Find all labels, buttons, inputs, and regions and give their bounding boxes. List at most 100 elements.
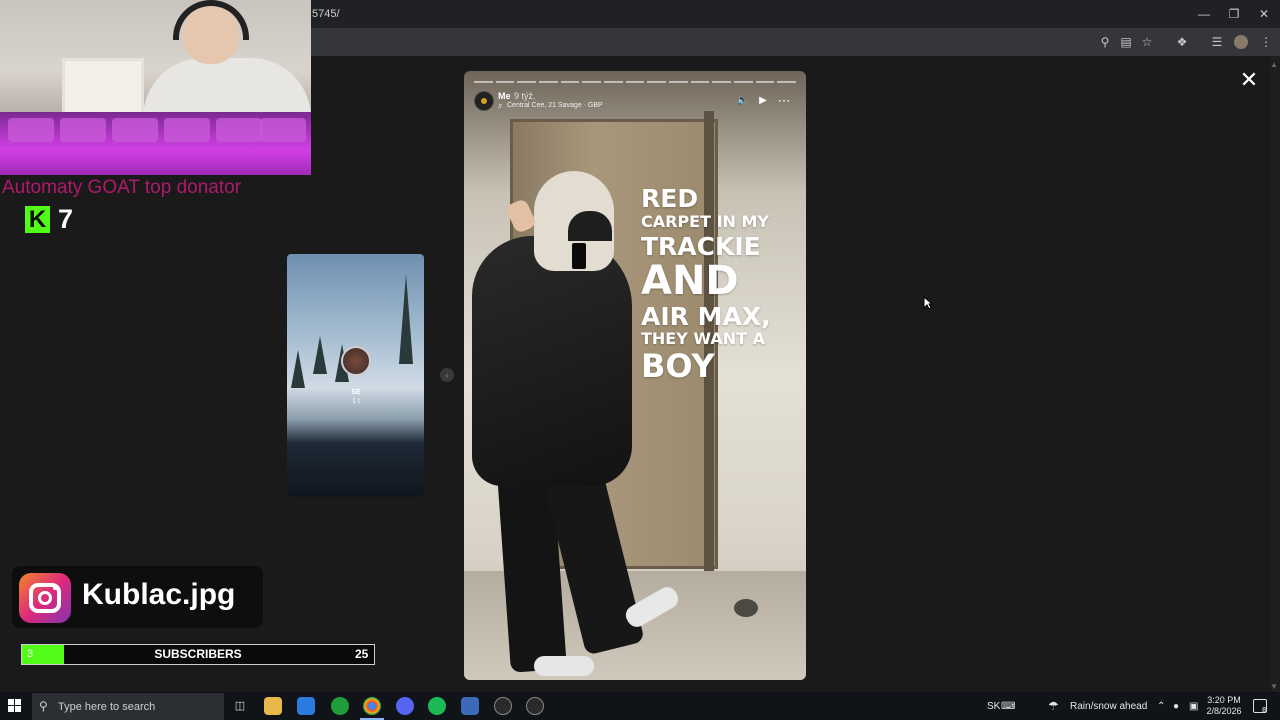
search-placeholder[interactable]: Type here to search (58, 701, 155, 713)
instagram-handle: Kublac.jpg (82, 578, 236, 611)
windows-start-icon[interactable] (8, 699, 22, 713)
lyric-line: THEY WANT A (641, 329, 765, 348)
tree-shape (291, 350, 305, 388)
scroll-down-icon[interactable]: ▼ (1270, 682, 1278, 691)
task-view-icon[interactable]: ◫ (231, 697, 249, 715)
progress-segment (734, 81, 753, 83)
instagram-icon-lens (38, 591, 52, 605)
lyric-line: RED (641, 184, 699, 213)
close-story-icon[interactable]: ✕ (1238, 69, 1260, 91)
more-icon[interactable]: ⋯ (777, 94, 791, 108)
close-window-button[interactable]: ✕ (1249, 4, 1279, 24)
shield-icon[interactable] (461, 697, 479, 715)
webcam-feed (0, 0, 311, 175)
side-story-avatar (341, 346, 371, 376)
story-username[interactable]: Me (498, 91, 511, 101)
progress-segment (647, 81, 666, 83)
person-jacket (472, 236, 632, 486)
weather-icon[interactable]: ☂ (1048, 699, 1059, 713)
headset (173, 0, 249, 40)
microphone-icon[interactable]: ● (1173, 701, 1179, 712)
spotify-icon[interactable] (428, 697, 446, 715)
file-explorer-icon[interactable] (264, 697, 282, 715)
progress-segment (517, 81, 536, 83)
tree-shape (313, 336, 327, 374)
side-story-name: SE (351, 389, 361, 396)
extensions-icon[interactable]: ❖ (1174, 34, 1190, 50)
network-icon[interactable]: ▣ (1189, 701, 1198, 712)
keycap (216, 118, 262, 142)
progress-segment (777, 81, 796, 83)
avatar-image (481, 98, 487, 104)
side-story-time: 1 t (352, 398, 360, 405)
progress-segment (712, 81, 731, 83)
progress-segment (495, 81, 515, 83)
progress-segment (755, 81, 775, 83)
keyboard-icon[interactable]: ⌨ (1001, 701, 1015, 712)
notifications-icon[interactable]: 8 (1253, 699, 1267, 714)
media-icon[interactable]: ☰ (1209, 34, 1225, 50)
language-indicator[interactable]: SK (987, 701, 1000, 712)
person-phone (572, 243, 586, 269)
tray-chevron-icon[interactable]: ⌃ (1157, 701, 1165, 712)
progress-segment (582, 81, 601, 83)
person-cap (568, 211, 612, 241)
lyric-line: AND (641, 258, 739, 304)
discord-icon[interactable] (396, 697, 414, 715)
lyric-line: AIR MAX, (641, 302, 771, 331)
clock-time: 3:20 PM (1207, 695, 1241, 705)
profile-icon[interactable] (1234, 35, 1248, 49)
install-icon[interactable]: ▤ (1118, 34, 1134, 50)
app-icon[interactable] (526, 697, 544, 715)
keycap (8, 118, 54, 142)
kick-count: 7 (58, 204, 74, 234)
mute-icon[interactable]: 🔈 (736, 94, 750, 108)
bookmark-star-icon[interactable]: ☆ (1139, 34, 1155, 50)
obs-icon[interactable] (494, 697, 512, 715)
clock-date: 2/8/2026 (1206, 706, 1242, 716)
xbox-icon[interactable] (331, 697, 349, 715)
streamer (143, 0, 311, 128)
keycap (260, 118, 306, 142)
taskbar-clock[interactable]: 3:20 PM 2/8/2026 (1204, 695, 1244, 717)
progress-segment (669, 81, 688, 83)
chevron-left-icon[interactable]: ‹ (440, 368, 454, 382)
floor-object (734, 599, 758, 617)
mouse-cursor-icon (923, 296, 933, 310)
progress-segment (539, 81, 558, 83)
address-text[interactable]: 5745/ (312, 8, 340, 20)
lyric-line: BOY (641, 347, 715, 385)
tree-shape (399, 274, 413, 364)
progress-segment (560, 81, 580, 83)
keycap (164, 118, 210, 142)
lyric-line: TRACKIE (641, 232, 761, 261)
store-icon[interactable] (297, 697, 315, 715)
scroll-up-icon[interactable]: ▲ (1270, 60, 1278, 69)
subscriber-label: SUBSCRIBERS (154, 647, 242, 661)
zoom-icon[interactable]: ⚲ (1097, 34, 1113, 50)
webcam-window (62, 58, 144, 120)
subscriber-goal: 25 (355, 647, 369, 661)
chrome-icon[interactable] (363, 697, 381, 715)
keycap (60, 118, 106, 142)
story-lyrics: RED CARPET IN MY TRACKIE AND AIR MAX, TH… (641, 186, 771, 382)
music-icon: ♬ (497, 103, 504, 110)
search-icon: ⚲ (39, 699, 48, 713)
instagram-icon-dot (53, 586, 57, 590)
progress-segment (625, 81, 645, 83)
person-shoe (534, 656, 594, 676)
lyric-line: CARPET IN MY (641, 212, 770, 231)
progress-segment (474, 81, 493, 83)
scrollbar[interactable] (1270, 56, 1280, 692)
menu-icon[interactable]: ⋮ (1258, 34, 1274, 50)
weather-text[interactable]: Rain/snow ahead (1070, 701, 1147, 712)
keycap (112, 118, 158, 142)
minimize-button[interactable]: — (1189, 4, 1219, 24)
play-icon[interactable]: ▶ (756, 94, 770, 108)
progress-segment (690, 81, 710, 83)
restore-button[interactable]: ❐ (1219, 4, 1249, 24)
kick-logo-letter: K (28, 206, 47, 233)
story-music[interactable]: Central Cee, 21 Savage · GBP (507, 102, 603, 109)
story-time: 9 týž. (514, 91, 536, 101)
progress-segment (604, 81, 623, 83)
